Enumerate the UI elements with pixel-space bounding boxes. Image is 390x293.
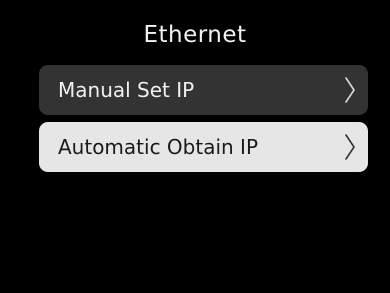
page-title: Ethernet xyxy=(143,22,247,48)
menu-item-label: Automatic Obtain IP xyxy=(58,135,259,159)
menu-item-label: Manual Set IP xyxy=(58,78,195,102)
menu-item-automatic-obtain-ip[interactable]: Automatic Obtain IP xyxy=(39,122,368,172)
chevron-right-icon xyxy=(345,134,355,160)
ethernet-screen: Ethernet Manual Set IP Automatic Obtain … xyxy=(8,0,382,293)
menu-item-manual-set-ip[interactable]: Manual Set IP xyxy=(39,65,368,115)
chevron-right-icon xyxy=(345,77,355,103)
